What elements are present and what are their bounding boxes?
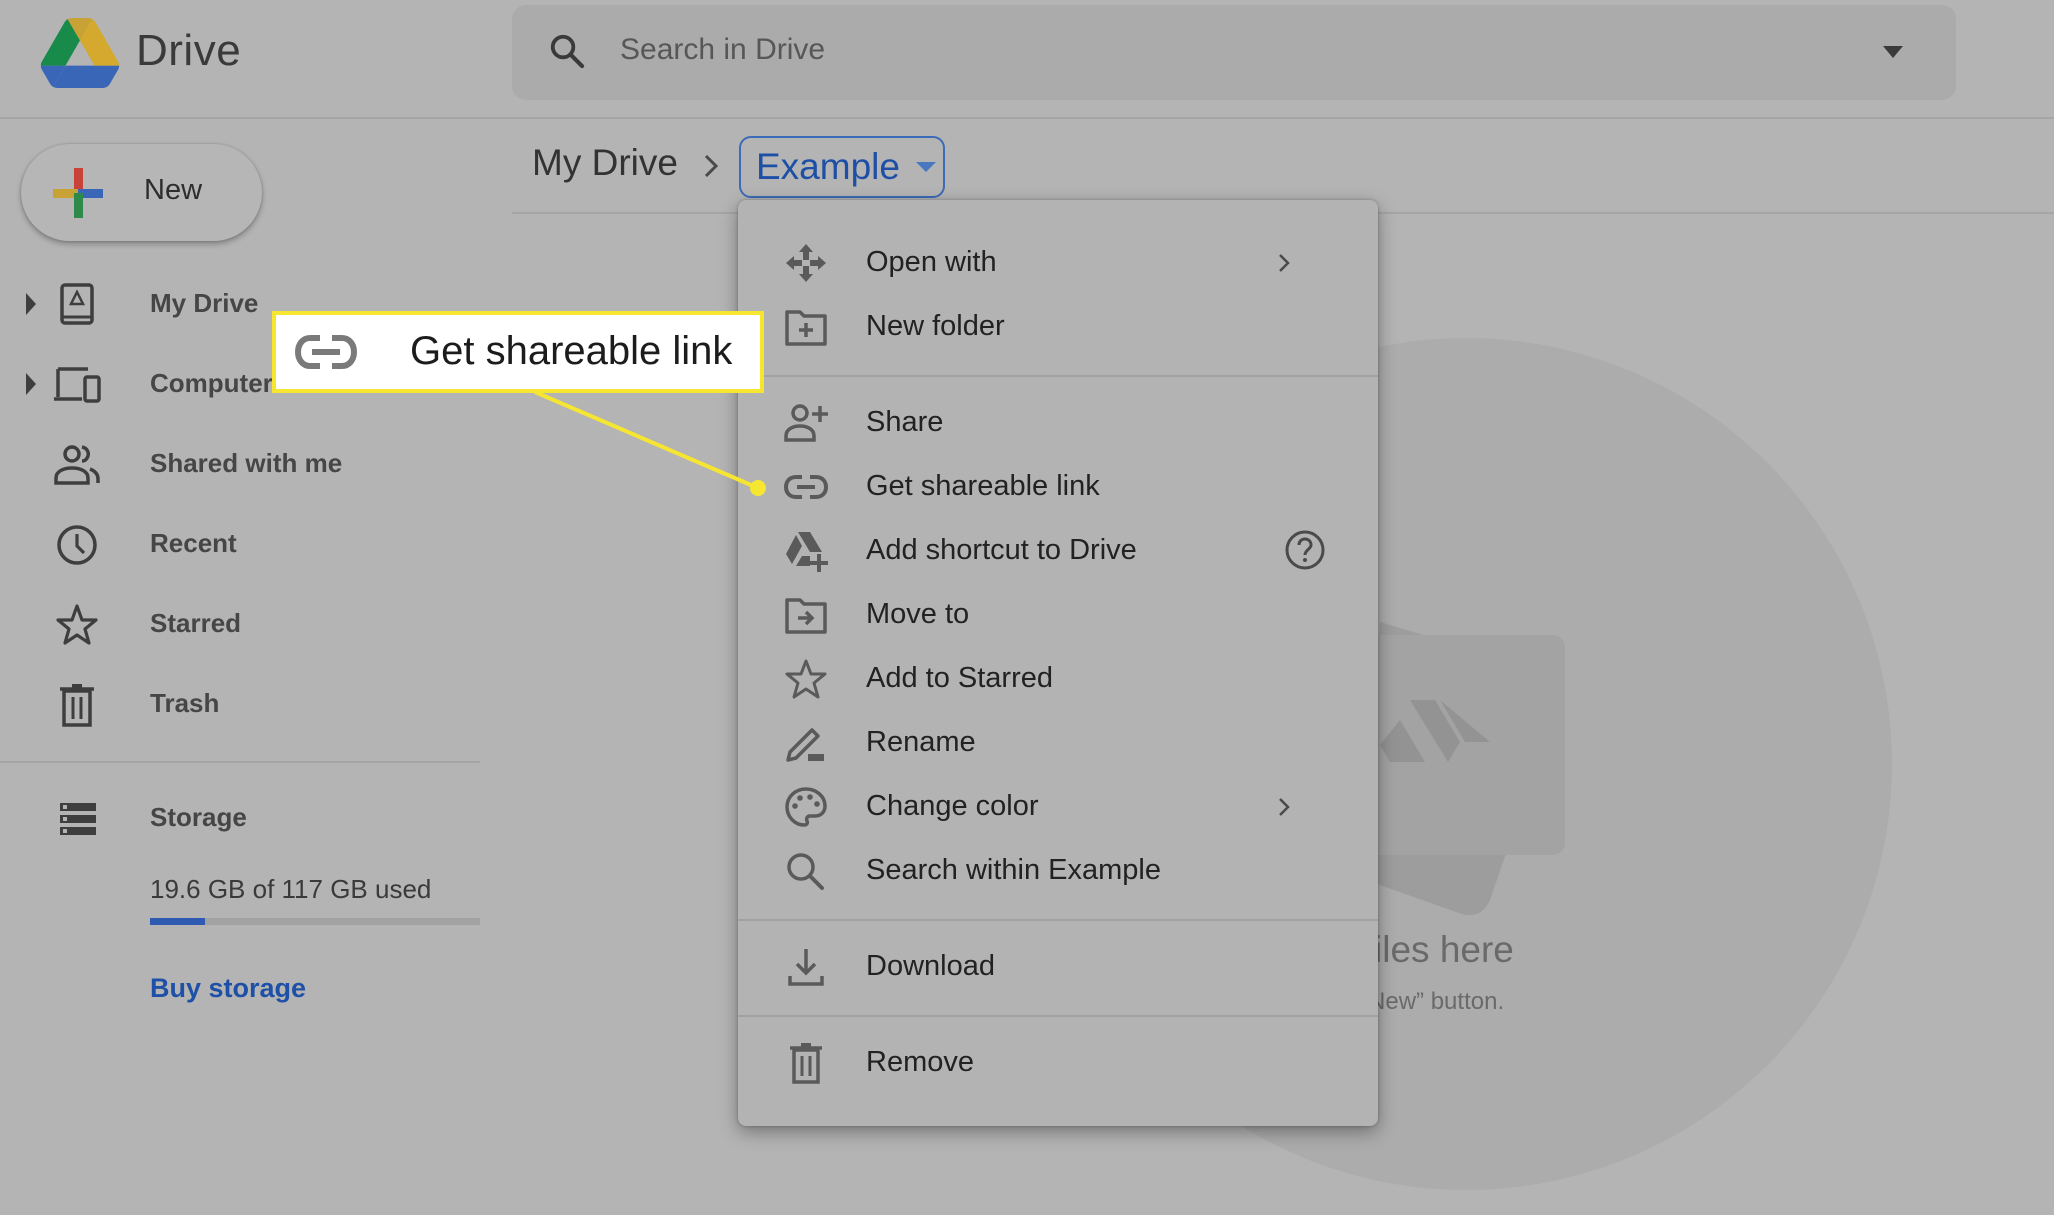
breadcrumb-my-drive[interactable]: My Drive [532, 142, 678, 184]
menu-item-label: Remove [866, 1046, 974, 1078]
menu-item-move-to[interactable]: Move to [738, 584, 1378, 646]
download-icon [788, 949, 824, 986]
sidebar-item-label: Starred [150, 608, 242, 638]
help-circle-icon[interactable] [1283, 528, 1327, 572]
menu-item-open-with[interactable]: Open with [738, 232, 1378, 294]
sidebar-item-starred[interactable]: Starred [0, 589, 480, 659]
clock-icon [57, 525, 97, 565]
empty-folder-illustration-icon [1340, 622, 1565, 916]
breadcrumb-current-folder-dropdown[interactable]: Example [739, 136, 945, 198]
sidebar-item-trash[interactable]: Trash [0, 669, 480, 739]
menu-item-download[interactable]: Download [738, 936, 1378, 998]
menu-item-label: Add to Starred [866, 662, 1053, 694]
share-person-add-icon [784, 404, 828, 442]
breadcrumb-chevron-right-icon [704, 154, 719, 178]
header-divider [0, 117, 2054, 119]
menu-item-new-folder[interactable]: New folder [738, 296, 1378, 358]
new-button-label: New [144, 174, 203, 206]
menu-item-get-shareable-link[interactable]: Get shareable link [738, 456, 1378, 518]
folder-context-menu: Open with New folder Share Get shareable… [738, 200, 1378, 1126]
sidebar-item-label: Computers [150, 368, 288, 398]
chevron-right-icon [1279, 254, 1290, 272]
expand-arrow-icon[interactable] [26, 373, 36, 395]
menu-item-label: Download [866, 950, 995, 982]
sidebar-item-storage[interactable]: Storage [0, 783, 480, 853]
plus-multicolor-icon [53, 168, 103, 218]
menu-item-label: Share [866, 406, 944, 438]
computers-icon [54, 367, 101, 403]
sidebar-item-label: Shared with me [150, 448, 343, 478]
storage-label: Storage [150, 802, 247, 832]
caret-down-icon [915, 162, 936, 172]
callout-connector-line [534, 390, 759, 490]
shared-with-me-icon [54, 445, 100, 485]
trash-icon [790, 1043, 822, 1084]
add-shortcut-icon [786, 532, 828, 572]
expand-arrow-icon[interactable] [26, 293, 36, 315]
breadcrumb-current-label: Example [756, 146, 900, 187]
search-icon [787, 853, 824, 890]
new-folder-icon [785, 310, 827, 346]
link-icon [784, 475, 828, 499]
menu-item-share[interactable]: Share [738, 392, 1378, 454]
storage-usage-fill [150, 918, 206, 925]
sidebar-divider [0, 761, 480, 763]
search-options-caret-icon[interactable] [1880, 42, 1906, 62]
menu-item-label: Change color [866, 790, 1039, 822]
move-to-folder-icon [785, 598, 827, 634]
pencil-icon [786, 728, 824, 762]
menu-item-label: Rename [866, 726, 976, 758]
sidebar-item-shared-with-me[interactable]: Shared with me [0, 429, 480, 499]
star-icon [785, 659, 827, 699]
sidebar-item-recent[interactable]: Recent [0, 509, 480, 579]
callout-label: Get shareable link [410, 329, 733, 373]
menu-divider [738, 375, 1378, 377]
my-drive-icon [60, 283, 94, 325]
menu-item-label: Search within Example [866, 854, 1161, 886]
menu-item-add-to-starred[interactable]: Add to Starred [738, 648, 1378, 710]
storage-usage-text: 19.6 GB of 117 GB used [150, 874, 432, 904]
link-icon [294, 335, 358, 369]
sidebar-item-label: My Drive [150, 288, 259, 318]
palette-icon [785, 787, 827, 827]
search-input[interactable] [620, 26, 1800, 74]
menu-divider [738, 919, 1378, 921]
storage-icon [60, 803, 96, 835]
menu-item-rename[interactable]: Rename [738, 712, 1378, 774]
app-name: Drive [136, 26, 242, 75]
trash-icon [60, 684, 94, 727]
menu-item-label: Add shortcut to Drive [866, 534, 1137, 566]
star-icon [56, 604, 98, 645]
menu-item-label: Move to [866, 598, 970, 630]
chevron-right-icon [1279, 798, 1290, 816]
search-icon[interactable] [548, 32, 586, 70]
menu-item-label: New folder [866, 310, 1005, 342]
sidebar-item-label: Trash [150, 688, 220, 718]
callout-highlight-box: Get shareable link [272, 311, 764, 393]
menu-item-search-within-example[interactable]: Search within Example [738, 840, 1378, 902]
buy-storage-link[interactable]: Buy storage [150, 973, 306, 1004]
menu-item-add-shortcut-to-drive[interactable]: Add shortcut to Drive [738, 520, 1378, 582]
storage-usage-bar [150, 918, 480, 925]
menu-item-label: Get shareable link [866, 470, 1100, 502]
open-with-icon [786, 244, 826, 282]
menu-item-remove[interactable]: Remove [738, 1032, 1378, 1094]
sidebar-item-label: Recent [150, 528, 237, 558]
menu-item-change-color[interactable]: Change color [738, 776, 1378, 838]
menu-divider [738, 1015, 1378, 1017]
drive-logo-icon[interactable] [40, 18, 120, 88]
new-button[interactable]: New [21, 144, 262, 241]
menu-item-label: Open with [866, 246, 997, 278]
